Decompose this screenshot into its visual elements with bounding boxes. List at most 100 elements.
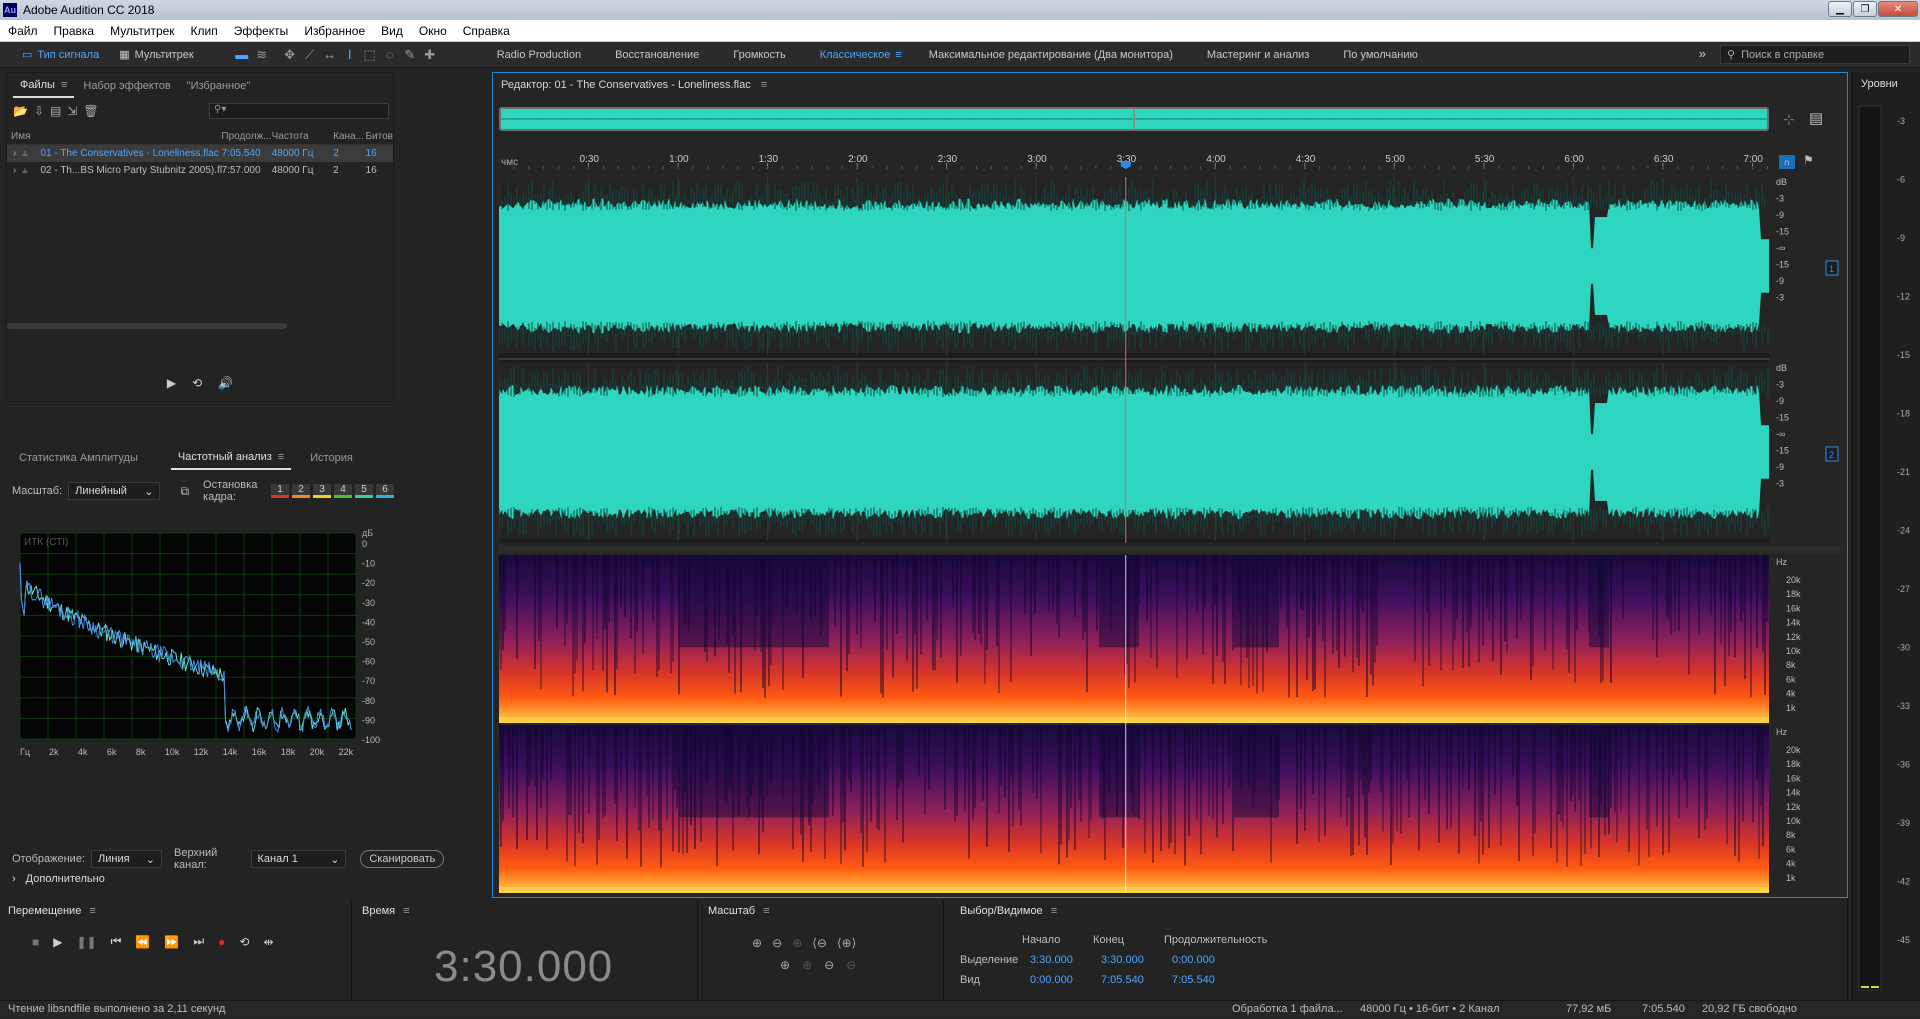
column-rate[interactable]: Частота — [272, 131, 334, 142]
tab-effects-rack[interactable]: Набор эффектов — [76, 74, 177, 98]
workspace-menu-icon[interactable]: ≡ — [895, 49, 901, 61]
zoom-in-amplitude-icon[interactable]: ⊕ — [752, 936, 762, 950]
delete-file-icon[interactable]: 🗑 — [83, 104, 98, 118]
time-selection-tool-icon[interactable]: I — [340, 46, 360, 64]
tab-favorites[interactable]: "Избранное" — [180, 74, 258, 98]
maximize-button[interactable]: ❐ — [1853, 1, 1877, 17]
zoom-full-icon[interactable]: ⟨⊕⟩ — [837, 936, 856, 950]
editor-settings-icon[interactable]: ▤ — [1809, 109, 1823, 127]
overview-waveform[interactable] — [499, 107, 1769, 131]
spot-healing-tool-icon[interactable]: ✚ — [420, 46, 440, 64]
panel-menu-icon[interactable]: ≡ — [1051, 905, 1057, 917]
loop-icon[interactable]: ⟲ — [239, 935, 249, 949]
column-bits[interactable]: Битов — [365, 131, 393, 142]
tab-files[interactable]: Файлы ≡ — [13, 74, 75, 98]
column-channels[interactable]: Кана... — [333, 131, 365, 142]
marquee-tool-icon[interactable]: ⬚ — [360, 46, 380, 64]
import-file-icon[interactable]: ⇩ — [34, 104, 44, 118]
lasso-tool-icon[interactable]: ◌ — [380, 46, 400, 64]
waveform-view-icon[interactable]: ▬ — [232, 46, 252, 64]
scan-button[interactable]: Сканировать — [360, 850, 445, 868]
zoom-to-selection-icon[interactable]: ⊹ — [1783, 111, 1795, 128]
scale-select[interactable]: Линейный ⌄ — [68, 482, 161, 500]
workspace-max-editing[interactable]: Максимальное редактирование (Два монитор… — [912, 49, 1190, 61]
panel-menu-icon[interactable]: ≡ — [763, 905, 769, 917]
workspace-overflow-icon[interactable]: » — [1699, 46, 1706, 61]
freeze-slot-1[interactable]: 1 — [271, 484, 289, 498]
tab-history[interactable]: История — [303, 446, 360, 470]
zoom-out-amplitude-icon[interactable]: ⊖ — [772, 936, 782, 950]
go-to-start-icon[interactable]: ⏮ — [111, 934, 122, 949]
move-tool-icon[interactable]: ✥ — [280, 46, 300, 64]
top-channel-select[interactable]: Канал 1 ⌄ — [250, 850, 347, 868]
column-duration[interactable]: Продолж... — [221, 131, 271, 142]
zoom-in-right-icon[interactable]: ⊖ — [824, 958, 834, 972]
new-file-icon[interactable]: ▤ — [50, 104, 61, 118]
menu-view[interactable]: Вид — [373, 24, 411, 38]
zoom-in-left-icon[interactable]: ⊕ — [802, 958, 812, 972]
files-horizontal-scrollbar[interactable] — [7, 323, 287, 329]
spectral-divider[interactable] — [499, 545, 1845, 553]
zoom-in-time-icon[interactable]: ⊕ — [792, 936, 802, 950]
workspace-default[interactable]: По умолчанию — [1326, 49, 1434, 61]
workspace-mastering[interactable]: Мастеринг и анализ — [1190, 49, 1326, 61]
help-search-input[interactable]: ⚲ Поиск в справке — [1720, 45, 1910, 64]
table-row[interactable]: › ⫨ 01 - The Conservatives - Loneliness.… — [7, 145, 393, 162]
preview-play-icon[interactable]: ▶ — [167, 376, 176, 390]
waveform-display[interactable] — [498, 177, 1769, 543]
freeze-slot-3[interactable]: 3 — [313, 484, 331, 498]
panel-menu-icon[interactable]: ≡ — [761, 79, 767, 91]
freeze-slot-6[interactable]: 6 — [376, 484, 394, 498]
display-select[interactable]: Линия ⌄ — [91, 850, 162, 868]
preview-autoplay-icon[interactable]: 🔊 — [218, 376, 233, 390]
files-search-input[interactable]: ⚲▾ — [209, 103, 389, 119]
workspace-restoration[interactable]: Восстановление — [598, 49, 716, 61]
panel-menu-icon[interactable]: ≡ — [89, 905, 95, 917]
selection-start[interactable]: 3:30.000 — [1030, 954, 1101, 966]
multitrack-mode-button[interactable]: ▦ Мультитрек — [109, 44, 204, 66]
menu-clip[interactable]: Клип — [183, 24, 226, 38]
freeze-slot-2[interactable]: 2 — [292, 484, 310, 498]
advanced-toggle[interactable]: › Дополнительно — [12, 873, 105, 885]
play-icon[interactable]: ▶ — [53, 935, 62, 949]
freeze-window-icon[interactable]: ⧉ — [180, 484, 189, 499]
column-name[interactable]: Имя — [7, 131, 221, 142]
freeze-slot-4[interactable]: 4 — [334, 484, 352, 498]
menu-file[interactable]: Файл — [0, 24, 46, 38]
record-icon[interactable]: ● — [218, 935, 225, 949]
skip-selection-icon[interactable]: ⇹ — [263, 935, 273, 949]
tab-frequency-analysis[interactable]: Частотный анализ ≡ — [170, 446, 292, 470]
razor-tool-icon[interactable]: ⟋ — [300, 46, 320, 64]
close-button[interactable]: ✕ — [1878, 1, 1918, 17]
tab-amplitude-stats[interactable]: Статистика Амплитуды — [12, 446, 145, 470]
view-start[interactable]: 0:00.000 — [1030, 974, 1101, 986]
workspace-classic[interactable]: Классическое — [803, 49, 908, 61]
selection-end[interactable]: 3:30.000 — [1101, 954, 1172, 966]
panel-menu-icon[interactable]: ≡ — [403, 905, 409, 917]
open-file-icon[interactable]: 📂 — [13, 104, 28, 118]
zoom-out-full-icon[interactable]: ⟨⊖ — [812, 936, 827, 950]
menu-effects[interactable]: Эффекты — [226, 24, 297, 38]
rewind-icon[interactable]: ⏪ — [135, 935, 150, 949]
preview-loop-icon[interactable]: ⟲ — [192, 376, 202, 390]
menu-edit[interactable]: Правка — [46, 24, 103, 38]
menu-window[interactable]: Окно — [411, 24, 455, 38]
fast-forward-icon[interactable]: ⏩ — [164, 935, 179, 949]
view-end[interactable]: 7:05.540 — [1101, 974, 1172, 986]
pause-icon[interactable]: ❚❚ — [76, 935, 96, 949]
timeline-ruler[interactable]: чмс 0:30 1:00 1:30 2:00 2:30 3:00 3:30 4:00 4:30 5… — [499, 153, 1769, 169]
selection-duration[interactable]: 0:00.000 — [1172, 954, 1215, 966]
spectral-view-icon[interactable]: ≋ — [252, 46, 272, 64]
brush-tool-icon[interactable]: ✎ — [400, 46, 420, 64]
waveform-mode-button[interactable]: ▭ Тип сигнала — [12, 44, 109, 66]
view-duration[interactable]: 7:05.540 — [1172, 974, 1215, 986]
go-to-end-icon[interactable]: ⏭ — [193, 934, 204, 949]
snap-icon[interactable]: ∩ — [1779, 155, 1795, 169]
panel-menu-icon[interactable]: ≡ — [278, 451, 284, 463]
table-row[interactable]: › ⫨ 02 - Th...BS Micro Party Stubnitz 20… — [7, 162, 393, 179]
freeze-slot-5[interactable]: 5 — [355, 484, 373, 498]
spectral-display[interactable] — [498, 555, 1769, 893]
marker-icon[interactable]: ⚑ — [1803, 153, 1814, 167]
minimize-button[interactable]: ▁ — [1828, 1, 1852, 17]
workspace-radio-production[interactable]: Radio Production — [480, 49, 598, 61]
